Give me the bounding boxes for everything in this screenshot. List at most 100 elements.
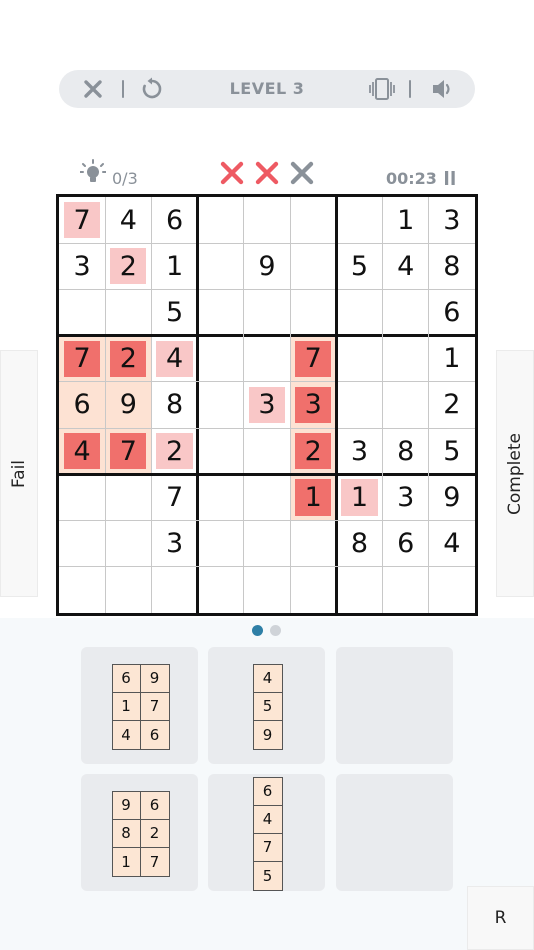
board-cell[interactable]: 4 — [105, 197, 151, 243]
board-cell[interactable] — [198, 521, 244, 567]
board-cell[interactable] — [198, 243, 244, 289]
board-cell[interactable] — [290, 521, 336, 567]
board-cell[interactable]: 9 — [429, 474, 475, 520]
board-cell[interactable]: 1 — [151, 243, 197, 289]
board-cell[interactable] — [336, 382, 382, 428]
board-cell[interactable] — [59, 567, 105, 613]
board-cell[interactable]: 7 — [59, 336, 105, 382]
board-cell[interactable]: 2 — [151, 428, 197, 474]
board-cell[interactable] — [105, 474, 151, 520]
board-cell[interactable]: 6 — [59, 382, 105, 428]
board-cell[interactable]: 9 — [105, 382, 151, 428]
board-cell[interactable]: 1 — [429, 336, 475, 382]
board-cell[interactable] — [383, 336, 429, 382]
piece-slot[interactable]: 647 5 — [208, 774, 325, 891]
sound-button[interactable] — [427, 70, 459, 108]
board-cell[interactable]: 2 — [105, 336, 151, 382]
board-cell[interactable] — [383, 567, 429, 613]
board-cell[interactable] — [383, 289, 429, 335]
hint-area[interactable]: 0/3 — [80, 155, 138, 191]
board-cell[interactable]: 3 — [151, 521, 197, 567]
board-cell[interactable]: 1 — [336, 474, 382, 520]
board-cell[interactable]: 2 — [290, 428, 336, 474]
board-cell[interactable]: 9 — [244, 243, 290, 289]
r-button[interactable]: R — [467, 886, 534, 950]
board-cell[interactable] — [198, 382, 244, 428]
board-cell[interactable] — [244, 336, 290, 382]
board-cell[interactable]: 4 — [151, 336, 197, 382]
board-cell[interactable]: 7 — [59, 197, 105, 243]
board-cell[interactable]: 5 — [429, 428, 475, 474]
board-cell[interactable]: 7 — [105, 428, 151, 474]
board-cell[interactable] — [198, 289, 244, 335]
board-cell[interactable] — [59, 474, 105, 520]
board-cell[interactable]: 2 — [429, 382, 475, 428]
board-cell[interactable]: 8 — [429, 243, 475, 289]
board-cell[interactable] — [244, 289, 290, 335]
board-cell[interactable]: 2 — [105, 243, 151, 289]
complete-button[interactable]: Complete — [496, 350, 534, 597]
board-cell[interactable] — [244, 521, 290, 567]
number-piece[interactable]: 45 9 — [252, 663, 283, 750]
board-cell[interactable] — [198, 336, 244, 382]
pause-button[interactable] — [444, 170, 456, 186]
number-piece[interactable]: 691746 — [111, 663, 170, 750]
board-cell[interactable] — [198, 474, 244, 520]
board-cell[interactable]: 7 — [151, 474, 197, 520]
board-cell[interactable]: 8 — [336, 521, 382, 567]
board-cell[interactable] — [105, 567, 151, 613]
board-cell[interactable] — [198, 428, 244, 474]
board-cell[interactable] — [290, 197, 336, 243]
number-piece[interactable]: 968217 — [111, 790, 170, 877]
board-cell[interactable] — [244, 197, 290, 243]
board-cell[interactable]: 4 — [59, 428, 105, 474]
board-cell[interactable]: 3 — [244, 382, 290, 428]
board-cell[interactable] — [244, 567, 290, 613]
board-cell[interactable]: 5 — [151, 289, 197, 335]
piece-slot[interactable]: 45 9 — [208, 647, 325, 764]
board-cell[interactable]: 3 — [383, 474, 429, 520]
board-cell[interactable] — [244, 474, 290, 520]
piece-slot[interactable]: 691746 — [81, 647, 198, 764]
board-cell[interactable] — [105, 521, 151, 567]
board-cell[interactable] — [151, 567, 197, 613]
board-cell[interactable]: 1 — [290, 474, 336, 520]
vibration-button[interactable] — [367, 70, 397, 108]
board-cell[interactable] — [290, 243, 336, 289]
board-cell[interactable]: 8 — [151, 382, 197, 428]
board-cell[interactable]: 3 — [336, 428, 382, 474]
page-dot[interactable] — [270, 625, 281, 636]
board-cell[interactable] — [336, 197, 382, 243]
board-cell[interactable] — [290, 567, 336, 613]
board-cell[interactable]: 4 — [383, 243, 429, 289]
board-cell[interactable] — [383, 382, 429, 428]
board-cell[interactable]: 3 — [429, 197, 475, 243]
board-cell[interactable] — [336, 289, 382, 335]
board-cell[interactable] — [290, 289, 336, 335]
board-cell[interactable] — [336, 567, 382, 613]
restart-button[interactable] — [136, 70, 168, 108]
board-cell[interactable]: 4 — [429, 521, 475, 567]
piece-slot[interactable]: 968217 — [81, 774, 198, 891]
board-cell[interactable]: 6 — [429, 289, 475, 335]
page-dot[interactable] — [252, 625, 263, 636]
board-cell[interactable]: 7 — [290, 336, 336, 382]
number-piece[interactable]: 647 5 — [252, 776, 283, 891]
board-cell[interactable]: 3 — [59, 243, 105, 289]
board-cell[interactable] — [244, 428, 290, 474]
board-cell[interactable]: 6 — [383, 521, 429, 567]
board-cell[interactable] — [59, 289, 105, 335]
board-cell[interactable]: 6 — [151, 197, 197, 243]
board-cell[interactable]: 1 — [383, 197, 429, 243]
board-cell[interactable]: 8 — [383, 428, 429, 474]
fail-button[interactable]: Fail — [0, 350, 38, 597]
close-button[interactable] — [77, 70, 109, 108]
board-cell[interactable]: 5 — [336, 243, 382, 289]
board-cell[interactable]: 3 — [290, 382, 336, 428]
board-cell[interactable] — [198, 567, 244, 613]
board-cell[interactable] — [429, 567, 475, 613]
board-cell[interactable] — [336, 336, 382, 382]
board-cell[interactable] — [105, 289, 151, 335]
board-cell[interactable] — [198, 197, 244, 243]
board-cell[interactable] — [59, 521, 105, 567]
